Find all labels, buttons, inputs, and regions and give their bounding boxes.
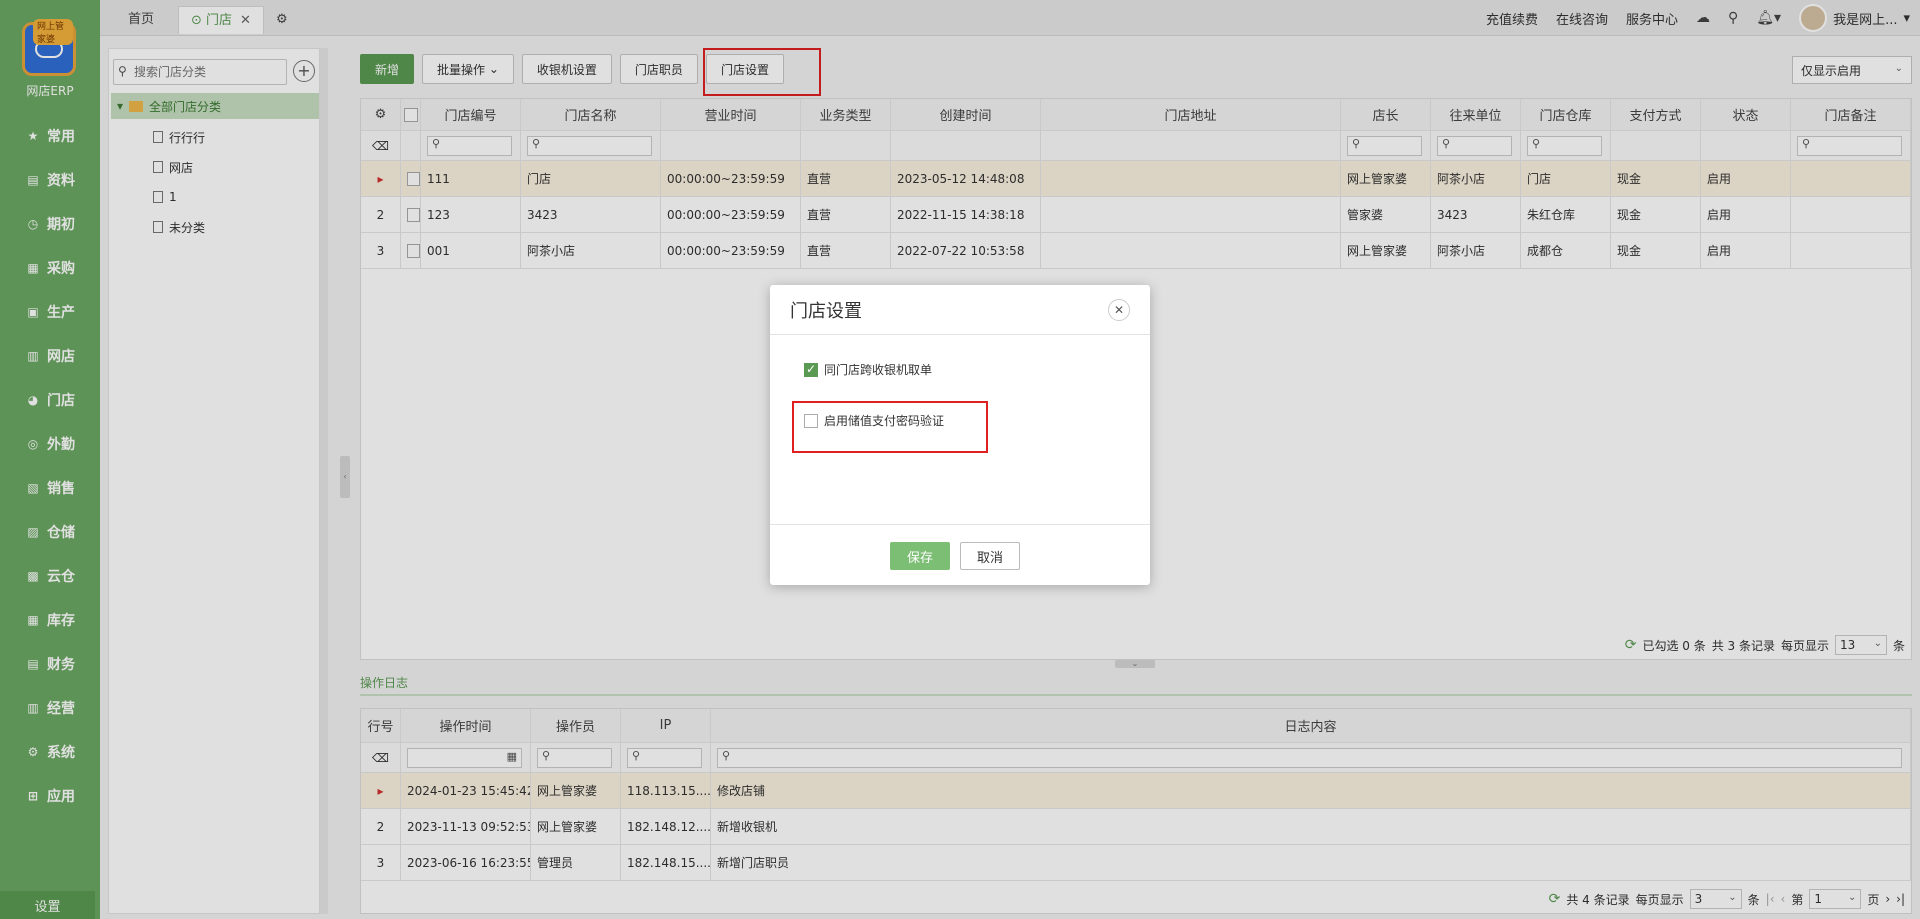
- save-button[interactable]: 保存: [890, 542, 950, 570]
- checkbox-stored-value-password[interactable]: [804, 413, 818, 428]
- dialog-title: 门店设置: [790, 301, 862, 322]
- store-settings-dialog: 门店设置 ✕ 同门店跨收银机取单 启用储值支付密码验证 保存 取消: [770, 285, 1150, 585]
- close-icon[interactable]: ✕: [1108, 299, 1130, 321]
- option-stored-value-password[interactable]: 启用储值支付密码验证: [804, 412, 944, 429]
- cancel-button[interactable]: 取消: [960, 542, 1020, 570]
- checkbox-cross-pos-pickup[interactable]: [804, 362, 818, 377]
- option-cross-pos-pickup[interactable]: 同门店跨收银机取单: [804, 361, 932, 378]
